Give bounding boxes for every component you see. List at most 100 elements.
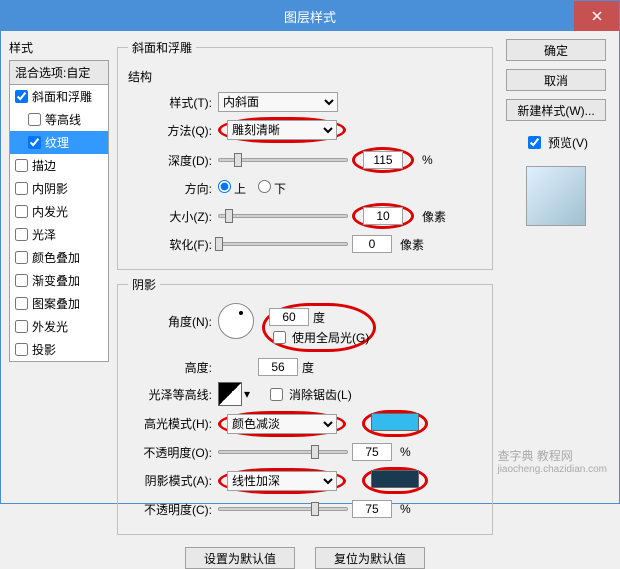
style-item-checkbox[interactable] — [15, 297, 28, 310]
shading-group: 阴影 角度(N): 度 使用全局光(G) — [117, 276, 493, 535]
depth-unit: % — [422, 153, 433, 167]
highlight-opacity-slider[interactable] — [218, 450, 348, 454]
close-icon — [592, 11, 602, 21]
shadow-opacity-unit: % — [400, 502, 411, 516]
depth-highlight — [352, 147, 414, 173]
style-item-checkbox[interactable] — [15, 274, 28, 287]
style-list-item[interactable]: 描边 — [10, 154, 108, 177]
style-item-checkbox[interactable] — [15, 343, 28, 356]
shadow-opacity-slider[interactable] — [218, 507, 348, 511]
highlight-color-highlight — [362, 410, 428, 437]
size-label: 大小(Z): — [128, 208, 218, 225]
bevel-group-title: 斜面和浮雕 — [128, 39, 196, 56]
antialias-option[interactable]: 消除锯齿(L) — [266, 385, 352, 404]
bevel-emboss-group: 斜面和浮雕 结构 样式(T): 内斜面 方法(Q): 雕刻清晰 深度( — [117, 39, 493, 270]
style-item-label: 渐变叠加 — [32, 272, 80, 289]
style-item-label: 纹理 — [45, 134, 69, 151]
angle-unit: 度 — [313, 309, 325, 326]
style-list-item[interactable]: 颜色叠加 — [10, 246, 108, 269]
style-list-item[interactable]: 内发光 — [10, 200, 108, 223]
style-list-item[interactable]: 内阴影 — [10, 177, 108, 200]
soften-input[interactable] — [352, 235, 392, 253]
shadow-color-swatch[interactable] — [371, 470, 419, 488]
highlight-color-swatch[interactable] — [371, 413, 419, 431]
reset-default-button[interactable]: 复位为默认值 — [315, 547, 425, 569]
style-list-item[interactable]: 图案叠加 — [10, 292, 108, 315]
style-list: 混合选项:自定 斜面和浮雕等高线纹理描边内阴影内发光光泽颜色叠加渐变叠加图案叠加… — [9, 60, 109, 362]
structure-label: 结构 — [128, 68, 482, 85]
style-list-item[interactable]: 外发光 — [10, 315, 108, 338]
shading-label: 阴影 — [128, 276, 160, 293]
cancel-button[interactable]: 取消 — [506, 69, 606, 91]
soften-unit: 像素 — [400, 236, 424, 253]
technique-label: 方法(Q): — [128, 122, 218, 139]
soften-slider[interactable] — [218, 242, 348, 246]
direction-down-option[interactable]: 下 — [258, 180, 286, 197]
preview-option[interactable]: 预览(V) — [524, 133, 588, 152]
styles-panel: 样式 混合选项:自定 斜面和浮雕等高线纹理描边内阴影内发光光泽颜色叠加渐变叠加图… — [9, 39, 109, 495]
direction-label: 方向: — [128, 180, 218, 197]
global-light-checkbox[interactable] — [273, 331, 286, 344]
style-list-item[interactable]: 等高线 — [10, 108, 108, 131]
style-item-checkbox[interactable] — [15, 251, 28, 264]
style-list-item[interactable]: 光泽 — [10, 223, 108, 246]
chevron-down-icon[interactable]: ▾ — [244, 387, 250, 401]
shadow-opacity-label: 不透明度(C): — [128, 501, 218, 518]
new-style-button[interactable]: 新建样式(W)... — [506, 99, 606, 121]
style-item-checkbox[interactable] — [28, 113, 41, 126]
shadow-color-highlight — [362, 467, 428, 494]
depth-label: 深度(D): — [128, 152, 218, 169]
angle-dial[interactable] — [218, 303, 254, 339]
preview-checkbox[interactable] — [528, 136, 541, 149]
style-item-checkbox[interactable] — [15, 205, 28, 218]
style-item-label: 斜面和浮雕 — [32, 88, 92, 105]
style-item-label: 内阴影 — [32, 180, 68, 197]
style-list-item[interactable]: 投影 — [10, 338, 108, 361]
altitude-input[interactable] — [258, 358, 298, 376]
close-button[interactable] — [574, 1, 619, 31]
style-label: 样式(T): — [128, 94, 218, 111]
titlebar: 图层样式 — [1, 1, 619, 31]
style-select[interactable]: 内斜面 — [218, 92, 338, 112]
global-light-option[interactable]: 使用全局光(G) — [269, 328, 369, 347]
style-item-checkbox[interactable] — [15, 159, 28, 172]
direction-down-radio[interactable] — [258, 180, 271, 193]
shadow-opacity-input[interactable] — [352, 500, 392, 518]
style-item-label: 内发光 — [32, 203, 68, 220]
style-list-item[interactable]: 渐变叠加 — [10, 269, 108, 292]
make-default-button[interactable]: 设置为默认值 — [185, 547, 295, 569]
direction-up-option[interactable]: 上 — [218, 180, 246, 197]
highlight-opacity-label: 不透明度(O): — [128, 444, 218, 461]
ok-button[interactable]: 确定 — [506, 39, 606, 61]
shadow-mode-select[interactable]: 线性加深 — [227, 471, 337, 491]
direction-up-radio[interactable] — [218, 180, 231, 193]
size-input[interactable] — [363, 207, 403, 225]
style-list-item[interactable]: 纹理 — [10, 131, 108, 154]
shadow-mode-label: 阴影模式(A): — [128, 472, 218, 489]
default-buttons-row: 设置为默认值 复位为默认值 — [117, 547, 493, 569]
style-item-checkbox[interactable] — [28, 136, 41, 149]
style-list-item[interactable]: 斜面和浮雕 — [10, 85, 108, 108]
angle-label: 角度(N): — [128, 303, 218, 330]
depth-slider[interactable] — [218, 158, 348, 162]
highlight-mode-label: 高光模式(H): — [128, 415, 218, 432]
highlight-mode-select[interactable]: 颜色减淡 — [227, 414, 337, 434]
window-title: 图层样式 — [284, 7, 336, 26]
style-item-checkbox[interactable] — [15, 90, 28, 103]
depth-input[interactable] — [363, 151, 403, 169]
size-slider[interactable] — [218, 214, 348, 218]
size-unit: 像素 — [422, 208, 446, 225]
technique-highlight: 雕刻清晰 — [218, 117, 346, 143]
settings-panel: 斜面和浮雕 结构 样式(T): 内斜面 方法(Q): 雕刻清晰 深度( — [117, 39, 493, 495]
style-item-checkbox[interactable] — [15, 182, 28, 195]
antialias-checkbox[interactable] — [270, 388, 283, 401]
style-item-checkbox[interactable] — [15, 320, 28, 333]
blend-options-header[interactable]: 混合选项:自定 — [10, 60, 108, 85]
gloss-contour-picker[interactable] — [218, 382, 242, 406]
altitude-label: 高度: — [128, 359, 218, 376]
angle-input[interactable] — [269, 308, 309, 326]
style-item-checkbox[interactable] — [15, 228, 28, 241]
technique-select[interactable]: 雕刻清晰 — [227, 120, 337, 140]
styles-group-label: 样式 — [9, 39, 109, 56]
highlight-opacity-input[interactable] — [352, 443, 392, 461]
